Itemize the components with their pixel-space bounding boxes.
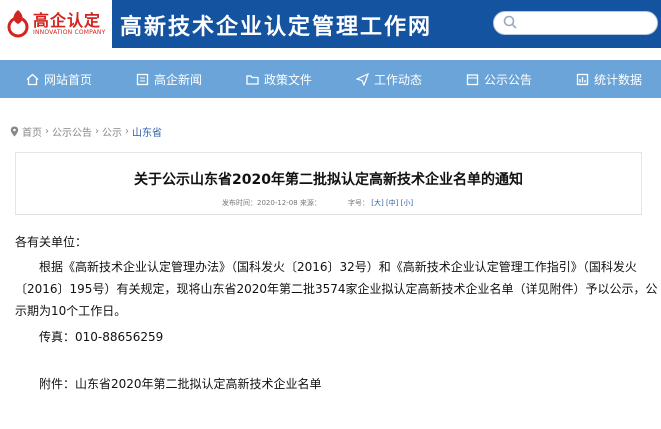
nav-item-label: 高企新闻	[154, 72, 203, 87]
fax-line: 传真：010-88656259	[39, 330, 164, 344]
nav-item-label: 公示公告	[484, 72, 533, 87]
font-size-medium[interactable]: [中]	[386, 199, 398, 207]
nav-item-label: 政策文件	[264, 72, 313, 87]
logo-subtitle: INNOVATION COMPANY	[33, 29, 106, 36]
news-icon	[136, 73, 149, 85]
font-size-large[interactable]: [大]	[371, 199, 383, 207]
nav-item-label: 网站首页	[44, 72, 93, 87]
paragraph-line: 示期为10个工作日。	[15, 304, 127, 318]
divider	[15, 214, 642, 215]
paper-plane-icon	[356, 72, 369, 86]
breadcrumb-separator: ›	[45, 126, 49, 137]
site-title: 高新技术企业认定管理工作网	[120, 15, 433, 40]
article-meta: 发布时间：2020-12-08 来源：	[222, 199, 321, 207]
nav-item-notice[interactable]: 公示公告	[466, 60, 532, 98]
breadcrumb-notice[interactable]: 公示公告	[52, 124, 92, 139]
search-icon[interactable]	[503, 15, 517, 29]
paragraph-line: 根据《高新技术企业认定管理办法》（国科发火〔2016〕32号）和《高新技术企业认…	[39, 260, 637, 274]
chart-icon	[576, 73, 589, 85]
logo-text: 高企认定	[33, 11, 102, 30]
nav-item-work[interactable]: 工作动态	[356, 60, 422, 98]
breadcrumb-separator: ›	[95, 126, 99, 137]
nav-item-policy[interactable]: 政策文件	[246, 60, 312, 98]
breadcrumb-current[interactable]: 山东省	[132, 124, 162, 139]
nav-item-label: 统计数据	[594, 72, 643, 87]
location-pin-icon	[10, 126, 19, 137]
nav-item-stats[interactable]: 统计数据	[576, 60, 642, 98]
font-size-label: 字号：	[348, 199, 369, 207]
logo[interactable]: 高企认定 INNOVATION COMPANY	[0, 0, 112, 48]
site-header: 高企认定 INNOVATION COMPANY 高新技术企业认定管理工作网	[0, 0, 661, 48]
breadcrumb-home[interactable]: 首页	[22, 124, 42, 139]
font-size-small[interactable]: [小]	[401, 199, 413, 207]
nav-item-home[interactable]: 网站首页	[26, 60, 92, 98]
nav-item-news[interactable]: 高企新闻	[136, 60, 202, 98]
paragraph-line: 〔2016〕195号）有关规定，现将山东省2020年第二批3574家企业拟认定高…	[15, 282, 658, 296]
breadcrumb-publicity[interactable]: 公示	[102, 124, 122, 139]
folder-icon	[246, 74, 259, 85]
article-title: 关于公示山东省2020年第二批拟认定高新技术企业名单的通知	[134, 172, 523, 188]
breadcrumb: 首页 › 公示公告 › 公示 › 山东省	[10, 124, 165, 139]
home-icon	[26, 73, 39, 85]
attachment-link[interactable]: 附件：山东省2020年第二批拟认定高新技术企业名单	[39, 373, 322, 395]
logo-icon	[7, 10, 29, 38]
nav-item-label: 工作动态	[374, 72, 423, 87]
notice-icon	[466, 73, 479, 85]
search-input[interactable]	[493, 11, 658, 35]
font-size-switcher: 字号： [大] [中] [小]	[348, 198, 413, 208]
main-nav: 网站首页 高企新闻 政策文件 工作动态 公示公告 统计数据	[0, 60, 661, 98]
salutation: 各有关单位：	[15, 235, 88, 249]
breadcrumb-separator: ›	[125, 126, 129, 137]
